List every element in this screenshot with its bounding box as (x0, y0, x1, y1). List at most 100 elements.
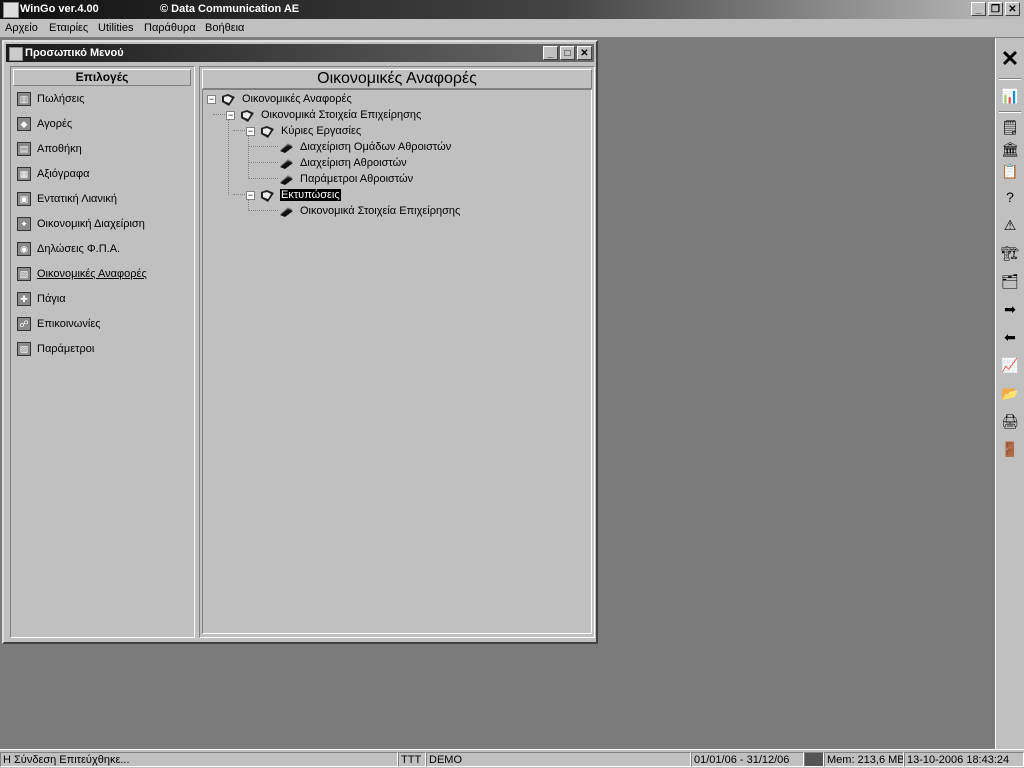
sidebar-item-financial-reports[interactable]: ▧ Οικονομικές Αναφορές (15, 265, 191, 285)
folder-book-icon (241, 110, 254, 122)
folder-book-icon (222, 94, 235, 106)
toolbar-help-button[interactable]: ? (999, 186, 1021, 208)
sidebar-item-parameters[interactable]: ▨ Παράμετροι (15, 340, 191, 360)
toolbar-calculator-button[interactable]: 📋 (999, 160, 1021, 182)
tree-node-label: Διαχείριση Ομάδων Αθροιστών (300, 141, 452, 153)
toolbar-separator (999, 78, 1021, 80)
parameters-icon: ▨ (17, 342, 31, 356)
toolbar-cards-button[interactable]: 🗂 (999, 270, 1021, 292)
sidebar-item-securities[interactable]: ▦ Αξιόγραφα (15, 165, 191, 185)
purchases-icon: ◆ (17, 117, 31, 131)
sidebar-item-label: Οικονομικές Αναφορές (37, 268, 147, 280)
status-memory: Mem: 213,6 MB (824, 752, 904, 767)
book-icon (280, 175, 293, 185)
tree-node-label: Διαχείριση Αθροιστών (300, 157, 407, 169)
collapse-icon[interactable]: − (226, 111, 235, 120)
app-close-button[interactable]: ✕ (1005, 2, 1020, 16)
menu-file[interactable]: Αρχείο (5, 22, 38, 34)
sidebar-item-label: Αποθήκη (37, 143, 82, 155)
app-title-bar: WinGo ver.4.00 © Data Communication AE _… (0, 0, 1024, 19)
sidebar-item-vat[interactable]: ◉ Δηλώσεις Φ.Π.Α. (15, 240, 191, 260)
communications-icon: ☍ (17, 317, 31, 331)
tree-node-main-tasks[interactable]: − Κύριες Εργασίες (246, 124, 546, 140)
collapse-icon[interactable]: − (207, 95, 216, 104)
tree-node-label: Οικονομικά Στοιχεία Επιχείρησης (261, 109, 422, 121)
menu-bar: Αρχείο Εταιρίες Utilities Παράθυρα Βοήθε… (0, 19, 1024, 38)
toolbar-building-button[interactable]: 🏗 (999, 242, 1021, 264)
menu-companies[interactable]: Εταιρίες (49, 22, 88, 34)
window-title: Προσωπικό Μενού (25, 47, 124, 59)
sidebar-item-fixed-assets[interactable]: ✚ Πάγια (15, 290, 191, 310)
app-icon (3, 2, 19, 18)
sidebar-item-warehouse[interactable]: ▤ Αποθήκη (15, 140, 191, 160)
tree-leaf-print-business-financials[interactable]: Οικονομικά Στοιχεία Επιχείρησης (279, 204, 579, 220)
sidebar-item-label: Εντατική Λιανική (37, 193, 117, 205)
status-datetime: 13-10-2006 18:43:24 (904, 752, 1024, 767)
sidebar-item-label: Πωλήσεις (37, 93, 85, 105)
financial-management-icon: ✦ (17, 217, 31, 231)
toolbar-open-folder-button[interactable]: 📂 (999, 382, 1021, 404)
toolbar-export-button[interactable]: ⬅ (999, 326, 1021, 348)
toolbar-print-button[interactable]: 🖨 (999, 410, 1021, 432)
app-copyright: © Data Communication AE (160, 3, 300, 15)
tree-node-label: Οικονομικά Στοιχεία Επιχείρησης (300, 205, 461, 217)
window-title-bar: Προσωπικό Μενού _ □ ✕ (6, 44, 594, 62)
status-indicator (804, 752, 824, 767)
sidebar-item-label: Παράμετροι (37, 343, 95, 355)
tree-node-label: Κύριες Εργασίες (281, 125, 362, 137)
book-icon (280, 143, 293, 153)
collapse-icon[interactable]: − (246, 191, 255, 200)
retail-icon: ▣ (17, 192, 31, 206)
toolbar-close-button[interactable]: ✕ (999, 48, 1021, 70)
toolbar-bank-button[interactable]: 🏛 (999, 138, 1021, 160)
menu-windows[interactable]: Παράθυρα (144, 22, 196, 34)
vertical-toolbar: ✕ 📊 🗒 🏛 📋 ? ⚠ 🏗 🗂 ➡ ⬅ 📈 📂 🖨 🚪 (995, 38, 1024, 749)
status-user: TTT (398, 752, 426, 767)
sidebar-item-label: Επικοινωνίες (37, 318, 101, 330)
app-restore-button[interactable]: ❐ (988, 2, 1003, 16)
sales-icon: ▥ (17, 92, 31, 106)
tree-leaf-manage-summator-groups[interactable]: Διαχείριση Ομάδων Αθροιστών (279, 140, 579, 156)
status-message: Η Σύνδεση Επιτεύχθηκε... (0, 752, 398, 767)
vat-icon: ◉ (17, 242, 31, 256)
status-bar: Η Σύνδεση Επιτεύχθηκε... TTT DEMO 01/01/… (0, 749, 1024, 768)
tree-leaf-manage-summators[interactable]: Διαχείριση Αθροιστών (279, 156, 579, 172)
menu-help[interactable]: Βοήθεια (205, 22, 244, 34)
sidebar-item-sales[interactable]: ▥ Πωλήσεις (15, 90, 191, 110)
toolbar-columns-button[interactable]: 📊 (999, 85, 1021, 107)
tree-node-label: Παράμετροι Αθροιστών (300, 173, 414, 185)
options-header: Επιλογές (13, 69, 191, 86)
sidebar-item-label: Αξιόγραφα (37, 168, 90, 180)
tree-node-root[interactable]: − Οικονομικές Αναφορές (207, 92, 507, 108)
window-minimize-button[interactable]: _ (543, 46, 558, 60)
sidebar-item-retail[interactable]: ▣ Εντατική Λιανική (15, 190, 191, 210)
folder-book-icon (261, 126, 274, 138)
toolbar-exit-button[interactable]: 🚪 (999, 438, 1021, 460)
tree-node-label: Οικονομικές Αναφορές (242, 93, 352, 105)
securities-icon: ▦ (17, 167, 31, 181)
tree-node-prints[interactable]: − Εκτυπώσεις (246, 188, 546, 204)
reports-header: Οικονομικές Αναφορές (202, 69, 592, 89)
sidebar-item-financial-management[interactable]: ✦ Οικονομική Διαχείριση (15, 215, 191, 235)
folder-book-icon (261, 190, 274, 202)
toolbar-document-button[interactable]: 🗒 (999, 116, 1021, 138)
tree-node-business-financials[interactable]: − Οικονομικά Στοιχεία Επιχείρησης (226, 108, 526, 124)
sidebar-item-purchases[interactable]: ◆ Αγορές (15, 115, 191, 135)
book-icon (280, 159, 293, 169)
status-period: 01/01/06 - 31/12/06 (691, 752, 804, 767)
tree-node-label: Εκτυπώσεις (280, 189, 341, 201)
sidebar-item-label: Οικονομική Διαχείριση (37, 218, 145, 230)
toolbar-import-button[interactable]: ➡ (999, 298, 1021, 320)
app-title: WinGo ver.4.00 (20, 3, 99, 15)
window-maximize-button[interactable]: □ (560, 46, 575, 60)
fixed-assets-icon: ✚ (17, 292, 31, 306)
app-minimize-button[interactable]: _ (971, 2, 986, 16)
window-close-button[interactable]: ✕ (577, 46, 592, 60)
toolbar-report-button[interactable]: 📈 (999, 354, 1021, 376)
sidebar-item-label: Πάγια (37, 293, 66, 305)
collapse-icon[interactable]: − (246, 127, 255, 136)
toolbar-warning-button[interactable]: ⚠ (999, 214, 1021, 236)
tree-leaf-summator-parameters[interactable]: Παράμετροι Αθροιστών (279, 172, 579, 188)
sidebar-item-communications[interactable]: ☍ Επικοινωνίες (15, 315, 191, 335)
menu-utilities[interactable]: Utilities (98, 22, 133, 34)
